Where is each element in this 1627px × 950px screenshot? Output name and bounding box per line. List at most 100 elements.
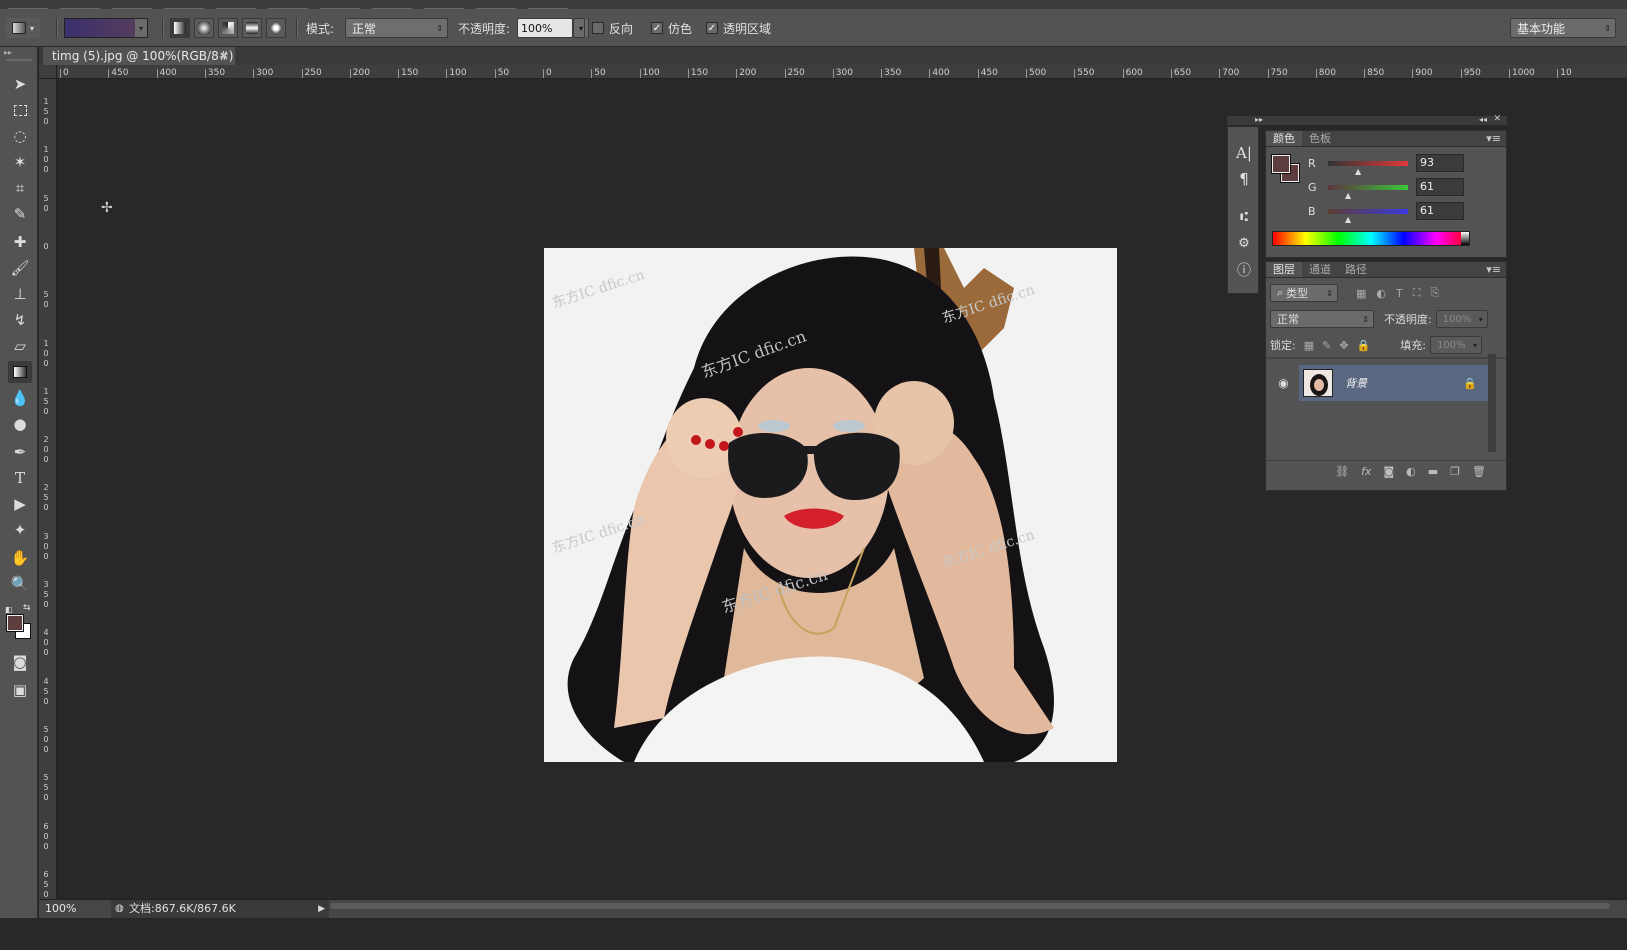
healing-brush-tool-icon[interactable]: ✚ xyxy=(8,231,32,253)
menu-icon[interactable]: ▾≡ xyxy=(1486,131,1506,146)
document-tab[interactable]: timg (5).jpg @ 100%(RGB/8#) × xyxy=(43,47,235,65)
fx-icon[interactable]: fx xyxy=(1361,465,1371,478)
visibility-eye-icon[interactable]: ◉ xyxy=(1270,365,1297,401)
new-layer-icon[interactable]: ❐ xyxy=(1450,465,1460,478)
opacity-dropdown-button[interactable]: ▾ xyxy=(573,18,589,38)
opacity-input[interactable]: 100% xyxy=(517,18,573,38)
workspace-select[interactable]: 基本功能 ⇕ xyxy=(1510,18,1616,38)
filter-smart-object-icon[interactable]: ⎘ xyxy=(1430,286,1439,300)
layers-scrollbar[interactable] xyxy=(1488,354,1496,452)
gradient-tool-icon[interactable] xyxy=(8,361,32,383)
tool-preset-icon[interactable]: ⚙ xyxy=(1234,233,1254,253)
transparency-check-box[interactable]: ✓ xyxy=(706,22,718,34)
blue-slider[interactable]: ▲ xyxy=(1328,208,1408,224)
gradient-swatch[interactable]: ▾ xyxy=(64,18,148,38)
status-menu-arrow-icon[interactable]: ▶ xyxy=(318,900,325,918)
green-slider[interactable]: ▲ xyxy=(1328,184,1408,200)
move-tool-icon[interactable]: ➤ xyxy=(8,73,32,95)
adjustment-icon[interactable]: ◐ xyxy=(1406,465,1416,478)
lock-all-icon[interactable]: 🔒 xyxy=(1357,339,1371,352)
collapse-icon[interactable]: ◂◂ xyxy=(1479,115,1487,124)
layer-opacity-input[interactable]: 100% ▾ xyxy=(1435,310,1488,328)
radial-gradient-button[interactable] xyxy=(194,18,214,38)
eyedropper-tool-icon[interactable]: ✎ xyxy=(8,203,32,225)
screen-mode-icon[interactable]: ▣ xyxy=(8,679,32,701)
slider-thumb-icon[interactable]: ▲ xyxy=(1345,191,1351,200)
tab-swatches[interactable]: 色板 xyxy=(1302,131,1338,146)
red-value[interactable]: 93 xyxy=(1416,154,1464,172)
dither-checkbox[interactable]: ✓ 仿色 xyxy=(651,17,692,39)
layer-filter-select[interactable]: ⌕ 类型 ⇕ xyxy=(1270,284,1338,302)
reverse-check-box[interactable] xyxy=(592,22,604,34)
swap-colors-icon[interactable]: ⇆ xyxy=(23,603,31,613)
slider-thumb-icon[interactable]: ▲ xyxy=(1345,215,1351,224)
default-colors-icon[interactable]: ◧ xyxy=(5,605,13,614)
folder-icon[interactable]: ▬ xyxy=(1428,465,1438,478)
tab-color[interactable]: 颜色 xyxy=(1266,131,1302,146)
shape-tool-icon[interactable]: ✦ xyxy=(8,519,32,541)
tool-preset-picker[interactable]: ▾ xyxy=(6,17,40,39)
mode-select[interactable]: 正常 ⇕ xyxy=(345,18,448,38)
tab-layers[interactable]: 图层 xyxy=(1266,262,1302,277)
layer-row[interactable]: 背景 🔒 xyxy=(1299,365,1489,401)
transparency-checkbox[interactable]: ✓ 透明区域 xyxy=(706,17,771,39)
magic-wand-tool-icon[interactable]: ✶ xyxy=(8,151,32,173)
lock-transparent-icon[interactable]: ▦ xyxy=(1304,339,1314,352)
dither-check-box[interactable]: ✓ xyxy=(651,22,663,34)
filter-shape-icon[interactable]: ⛶ xyxy=(1413,286,1421,300)
slider-thumb-icon[interactable]: ▲ xyxy=(1355,167,1361,176)
close-icon[interactable]: × xyxy=(219,47,229,65)
crop-tool-icon[interactable]: ⌗ xyxy=(8,177,32,199)
filter-adjustment-icon[interactable]: ◐ xyxy=(1376,287,1386,300)
diamond-gradient-button[interactable] xyxy=(266,18,286,38)
lasso-tool-icon[interactable]: ◌ xyxy=(8,125,32,147)
hand-tool-icon[interactable]: ✋ xyxy=(8,547,32,569)
linear-gradient-button[interactable] xyxy=(170,18,190,38)
tab-channels[interactable]: 通道 xyxy=(1302,262,1338,277)
color-spectrum-bar[interactable] xyxy=(1272,231,1470,246)
eraser-tool-icon[interactable]: ▱ xyxy=(8,335,32,357)
lock-pixels-icon[interactable]: ✎ xyxy=(1322,339,1331,352)
menu-bar[interactable] xyxy=(0,0,1627,11)
foreground-color-swatch[interactable] xyxy=(6,614,24,632)
trash-icon[interactable]: 🗑 xyxy=(1472,465,1486,478)
zoom-level[interactable]: 100% xyxy=(45,902,76,915)
document-image[interactable]: 东方IC dfic.cn 东方IC dfic.cn 东方IC dfic.cn 东… xyxy=(544,248,1117,762)
fill-input[interactable]: 100% ▾ xyxy=(1429,336,1482,354)
document-size-info[interactable]: 文档:867.6K/867.6K ◍ ▶ xyxy=(111,900,329,918)
brush-tool-icon[interactable]: 🖌 xyxy=(8,257,32,279)
stamp-tool-icon[interactable]: ⊥ xyxy=(8,283,32,305)
close-icon[interactable]: ✕ xyxy=(1493,114,1501,124)
horizontal-scrollbar[interactable] xyxy=(330,903,1610,909)
brush-preset-icon[interactable]: ⑆ xyxy=(1234,207,1254,227)
expand-icon[interactable]: ▸▸ xyxy=(1255,115,1263,124)
horizontal-ruler[interactable]: 0 450 400 350 300 250 200 150 100 50 0 50 100 150 200 2… xyxy=(57,65,1627,79)
reverse-checkbox[interactable]: 反向 xyxy=(592,17,633,39)
filter-type-icon[interactable]: T xyxy=(1396,287,1403,300)
gradient-picker[interactable]: ▾ xyxy=(64,17,148,39)
red-slider[interactable]: ▲ xyxy=(1328,160,1408,176)
history-brush-tool-icon[interactable]: ↯ xyxy=(8,309,32,331)
lock-position-icon[interactable]: ✥ xyxy=(1339,339,1348,352)
blue-value[interactable]: 61 xyxy=(1416,202,1464,220)
green-value[interactable]: 61 xyxy=(1416,178,1464,196)
blur-tool-icon[interactable]: 💧 xyxy=(8,387,32,409)
link-icon[interactable]: ⛓ xyxy=(1335,465,1349,478)
foreground-color-swatch[interactable] xyxy=(1271,154,1291,174)
tab-paths[interactable]: 路径 xyxy=(1338,262,1374,277)
color-swatches[interactable] xyxy=(6,614,33,641)
vertical-ruler[interactable]: 150 100 50 0 50 100 150 200 250 300 350 400 450 500 55… xyxy=(39,79,57,899)
dodge-tool-icon[interactable]: ● xyxy=(8,413,32,435)
filter-pixel-icon[interactable]: ▦ xyxy=(1356,287,1366,300)
marquee-tool-icon[interactable] xyxy=(8,99,32,121)
reflected-gradient-button[interactable] xyxy=(242,18,262,38)
character-panel-icon[interactable]: A| xyxy=(1234,143,1254,163)
menu-icon[interactable]: ▾≡ xyxy=(1486,262,1506,277)
zoom-tool-icon[interactable]: 🔍 xyxy=(8,573,32,595)
info-panel-icon[interactable]: ⓘ xyxy=(1234,260,1254,280)
paragraph-panel-icon[interactable]: ¶ xyxy=(1234,169,1254,189)
blend-mode-select[interactable]: 正常 ⇕ xyxy=(1270,310,1374,328)
collapse-icon[interactable]: ▸▸ xyxy=(4,48,12,57)
angle-gradient-button[interactable] xyxy=(218,18,238,38)
chevron-down-icon[interactable]: ▾ xyxy=(135,19,147,37)
